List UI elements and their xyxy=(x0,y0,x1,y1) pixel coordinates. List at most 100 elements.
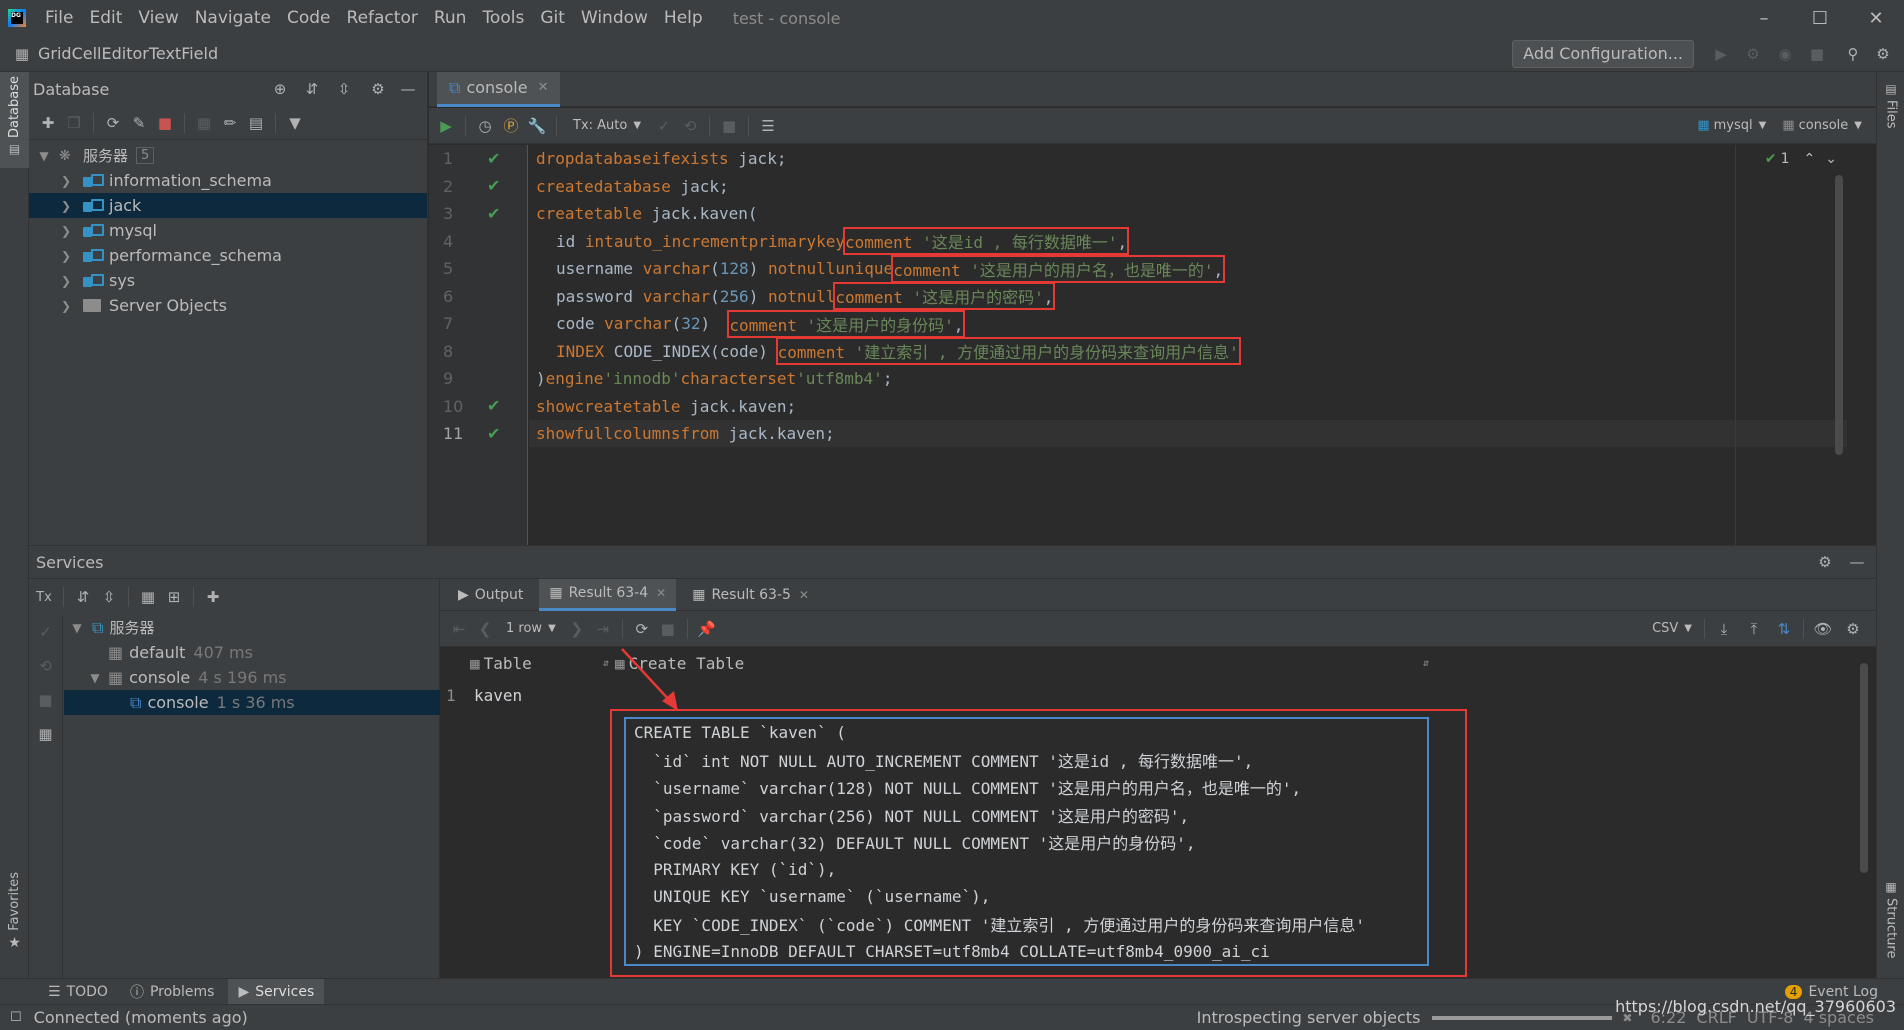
tree-item-jack[interactable]: ❯ jack xyxy=(29,193,427,218)
results-icon[interactable]: ☰ xyxy=(755,113,781,139)
tab-result-63-5[interactable]: ▦ Result 63-5 ✕ xyxy=(682,579,819,611)
settings-gear-icon[interactable]: ⚙ xyxy=(1870,41,1896,67)
tree-item-server-objects[interactable]: ❯ Server Objects xyxy=(29,293,427,318)
tree-root-server[interactable]: ▼ ❋ 服务器 5 xyxy=(29,143,427,168)
compare-icon[interactable]: ⇅ xyxy=(1771,616,1797,642)
close-tab-icon[interactable]: ✕ xyxy=(799,588,809,602)
grid-settings-icon[interactable]: ⚙ xyxy=(1840,616,1866,642)
chevron-right-icon[interactable]: ❯ xyxy=(57,224,75,238)
sql-editor[interactable]: drop database if exists jack; create dat… xyxy=(529,145,1847,545)
stop-icon[interactable]: ■ xyxy=(33,687,59,713)
wrench-icon[interactable]: 🔧 xyxy=(524,113,550,139)
structure-tool-tab[interactable]: ▦ Structure xyxy=(1877,880,1904,972)
favorites-tool-tab[interactable]: Favorites ★ xyxy=(0,872,29,972)
services-item-default[interactable]: ▦ default 407 ms xyxy=(64,640,440,665)
rollback-icon[interactable]: ⟲ xyxy=(677,113,703,139)
menu-code[interactable]: Code xyxy=(279,8,339,28)
stop-icon[interactable]: ■ xyxy=(1804,41,1830,67)
menu-tools[interactable]: Tools xyxy=(474,8,532,28)
project-breadcrumb[interactable]: GridCellEditorTextField xyxy=(38,44,218,63)
layout-toggle-icon[interactable]: ☐ xyxy=(10,1010,22,1025)
tx-mode-select[interactable]: Tx: Auto ▼ xyxy=(573,118,641,133)
chevron-down-icon[interactable]: ▼ xyxy=(68,621,86,635)
chevron-right-icon[interactable]: ❯ xyxy=(57,274,75,288)
sort-icon[interactable]: ⇵ xyxy=(1423,658,1429,669)
menu-help[interactable]: Help xyxy=(656,8,711,28)
pin-icon[interactable]: 📌 xyxy=(694,616,720,642)
menu-view[interactable]: View xyxy=(130,8,186,28)
menu-file[interactable]: File xyxy=(37,8,81,28)
tree-item-sys[interactable]: ❯ sys xyxy=(29,268,427,293)
create-table-cell-editor[interactable]: CREATE TABLE `kaven` ( `id` int NOT NULL… xyxy=(624,717,1429,966)
upload-icon[interactable]: ⤒ xyxy=(1741,616,1767,642)
column-header-table[interactable]: ▦ Table ⇵ xyxy=(464,654,609,673)
tab-output[interactable]: ▶ Output xyxy=(448,579,533,611)
history-icon[interactable]: ◷ xyxy=(472,113,498,139)
execute-icon[interactable]: ▶ xyxy=(433,113,459,139)
tab-result-63-4[interactable]: ▦ Result 63-4 ✕ xyxy=(539,578,677,611)
collapse-all-icon[interactable]: ⇳ xyxy=(96,584,122,610)
chevron-up-icon[interactable]: ⌃ xyxy=(1804,151,1816,167)
panel-settings-icon[interactable]: ⚙ xyxy=(365,76,391,102)
layout-icon[interactable]: ▦ xyxy=(33,721,59,747)
chevron-right-icon[interactable]: ❯ xyxy=(57,174,75,188)
chevron-right-icon[interactable]: ❯ xyxy=(57,299,75,313)
tool-window-problems[interactable]: ⓘ Problems xyxy=(122,979,223,1004)
close-tab-icon[interactable]: ✕ xyxy=(656,586,666,600)
last-page-icon[interactable]: ⇥ xyxy=(590,616,616,642)
column-header-create-table[interactable]: ▦ Create Table ⇵ xyxy=(609,654,1429,673)
add-configuration-button[interactable]: Add Configuration... xyxy=(1512,39,1694,68)
menu-edit[interactable]: Edit xyxy=(81,8,130,28)
filter-icon[interactable]: ▼ xyxy=(282,110,308,136)
menu-navigate[interactable]: Navigate xyxy=(187,8,279,28)
commit-icon[interactable]: ✓ xyxy=(651,113,677,139)
tool-window-services[interactable]: ▶ Services xyxy=(228,979,325,1004)
profile-icon[interactable]: Ⓟ xyxy=(498,113,524,139)
view-icon[interactable]: 👁 xyxy=(1810,616,1836,642)
table-icon[interactable]: ▦ xyxy=(191,110,217,136)
inspection-widget[interactable]: ✔ 1 ⌃ ⌄ xyxy=(1765,151,1837,167)
stop-icon[interactable]: ■ xyxy=(655,616,681,642)
close-tab-icon[interactable]: ✕ xyxy=(538,80,549,95)
services-settings-icon[interactable]: ⚙ xyxy=(1812,549,1838,575)
prev-page-icon[interactable]: ❮ xyxy=(472,616,498,642)
maximize-icon[interactable]: ☐ xyxy=(1792,0,1848,36)
cell-table[interactable]: kaven xyxy=(464,686,522,705)
expand-all-icon[interactable]: ⇵ xyxy=(299,76,325,102)
group-icon[interactable]: ▦ xyxy=(135,584,161,610)
minimize-icon[interactable]: – xyxy=(1736,0,1792,36)
editor-scrollbar[interactable] xyxy=(1835,175,1843,455)
hide-services-icon[interactable]: — xyxy=(1844,549,1870,575)
export-format-select[interactable]: CSV ▼ xyxy=(1652,621,1692,636)
add-service-icon[interactable]: ✚ xyxy=(200,584,226,610)
locate-icon[interactable]: ⊕ xyxy=(267,76,293,102)
debug-icon[interactable]: ⚙ xyxy=(1740,41,1766,67)
menu-run[interactable]: Run xyxy=(426,8,475,28)
services-item-console-child[interactable]: ⧉ console 1 s 36 ms xyxy=(64,690,440,715)
rollback-icon[interactable]: ⟲ xyxy=(33,653,59,679)
run-icon[interactable]: ▶ xyxy=(1708,41,1734,67)
menu-git[interactable]: Git xyxy=(532,8,573,28)
stop-icon[interactable]: ■ xyxy=(152,110,178,136)
datasource-select[interactable]: ▦ mysql ▼ xyxy=(1697,118,1766,133)
files-tool-tab[interactable]: ▤ Files xyxy=(1877,82,1904,152)
refresh-icon[interactable]: ⟳ xyxy=(100,110,126,136)
chevron-right-icon[interactable]: ❯ xyxy=(57,249,75,263)
close-icon[interactable]: ✕ xyxy=(1848,0,1904,36)
result-row[interactable]: 1 kaven xyxy=(440,680,522,710)
database-tool-tab[interactable]: Database ▤ xyxy=(0,72,29,168)
reload-icon[interactable]: ⟳ xyxy=(629,616,655,642)
add-icon[interactable]: ✚ xyxy=(35,110,61,136)
collapse-all-icon[interactable]: ⇳ xyxy=(331,76,357,102)
expand-all-icon[interactable]: ⇵ xyxy=(70,584,96,610)
schema-icon[interactable]: ✎ xyxy=(126,110,152,136)
next-page-icon[interactable]: ❯ xyxy=(564,616,590,642)
tx-icon[interactable]: Tx xyxy=(31,584,57,610)
session-select[interactable]: ▦ console ▼ xyxy=(1782,118,1862,133)
tab-console[interactable]: ⧉ console ✕ xyxy=(437,71,561,107)
results-scrollbar[interactable] xyxy=(1860,663,1868,873)
rows-select[interactable]: 1 row ▼ xyxy=(506,621,556,636)
copy-icon[interactable]: ❐ xyxy=(61,110,87,136)
edit-icon[interactable]: ✏ xyxy=(217,110,243,136)
menu-refactor[interactable]: Refactor xyxy=(339,8,426,28)
